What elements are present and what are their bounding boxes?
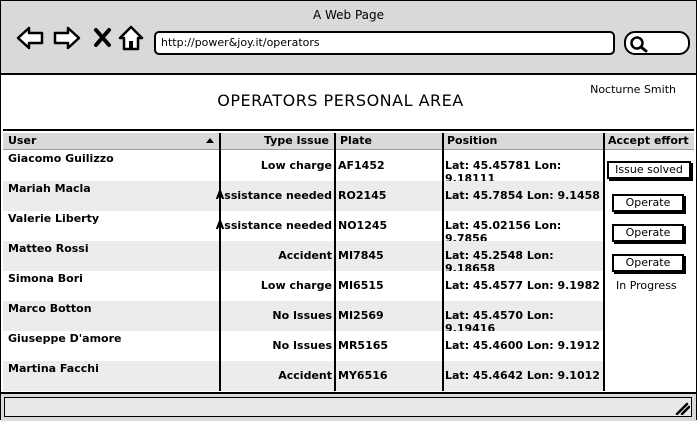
resize-grip-icon[interactable]: [674, 400, 691, 419]
plate-number: NO1245: [338, 219, 388, 232]
username-label[interactable]: Nocturne Smith: [590, 83, 676, 96]
position-coords: Lat: 45.7854 Lon: 9.1458: [445, 189, 600, 202]
page-header: OPERATORS PERSONAL AREA Nocturne Smith: [3, 75, 694, 131]
user-name: Simona Bori: [8, 272, 83, 285]
user-name: Valerie Liberty: [8, 212, 100, 225]
operate-button[interactable]: Operate: [612, 194, 684, 212]
plate-number: MI2569: [338, 309, 384, 322]
plate-number: RO2145: [338, 189, 387, 202]
position-coords: Lat: 45.4600 Lon: 9.1912: [445, 339, 600, 352]
status-bar: [1, 392, 696, 421]
forward-arrow-icon[interactable]: [52, 23, 82, 53]
user-name: Mariah Macla: [8, 182, 91, 195]
column-header-plate[interactable]: Plate: [336, 133, 442, 150]
table-row[interactable]: Giacomo Guilizzo Low charge AF1452 Lat: 45.…: [3, 151, 604, 185]
table-row[interactable]: Valerie Liberty Assistance needed NO1245 La…: [3, 211, 604, 245]
user-name: Martina Facchi: [8, 362, 99, 375]
column-header-position[interactable]: Position: [444, 133, 603, 150]
issue-type: Low charge: [260, 279, 332, 292]
column-divider: [603, 133, 605, 391]
button-label: Issue solved: [615, 163, 683, 176]
browser-toolbar: A Web Page http://power&joy.it/operators: [1, 1, 696, 75]
operate-button[interactable]: Operate: [612, 254, 684, 272]
issue-type: Assistance needed: [215, 189, 332, 202]
plate-number: AF1452: [338, 159, 385, 172]
issue-type: Low charge: [260, 159, 332, 172]
button-label: Operate: [625, 196, 671, 209]
table-row[interactable]: Simona Bori Low charge MI6515 Lat: 45.4577 …: [3, 271, 604, 301]
issue-type: No Issues: [272, 339, 332, 352]
position-coords: Lat: 45.4577 Lon: 9.1982: [445, 279, 600, 292]
page-title: OPERATORS PERSONAL AREA: [217, 91, 464, 110]
issue-type: No Issues: [272, 309, 332, 322]
table-row[interactable]: Mariah Macla Assistance needed RO2145 Lat: …: [3, 181, 604, 211]
position-coords: Lat: 45.4642 Lon: 9.1012: [445, 369, 600, 382]
close-icon[interactable]: [89, 23, 119, 53]
operate-button[interactable]: Operate: [612, 224, 684, 242]
address-bar[interactable]: http://power&joy.it/operators: [154, 31, 615, 55]
table-row[interactable]: Giuseppe D'amore No Issues MR5165 Lat: 45.4…: [3, 331, 604, 361]
table-row[interactable]: Matteo Rossi Accident MI7845 Lat: 45.2548 L…: [3, 241, 604, 275]
plate-number: MI7845: [338, 249, 384, 262]
user-name: Giuseppe D'amore: [8, 332, 122, 345]
status-text: In Progress: [616, 279, 677, 292]
search-box[interactable]: [624, 31, 690, 55]
column-divider: [219, 133, 221, 391]
table-row[interactable]: Marco Botton No Issues MI2569 Lat: 45.4570 …: [3, 301, 604, 335]
window-title: A Web Page: [312, 8, 385, 22]
browser-window: A Web Page http://power&joy.it/operators…: [0, 0, 697, 421]
column-divider: [334, 133, 336, 391]
column-divider: [442, 133, 444, 391]
issue-type: Accident: [278, 369, 332, 382]
button-label: Operate: [625, 256, 671, 269]
column-header-user[interactable]: User: [3, 133, 219, 150]
column-header-type-issue[interactable]: Type Issue: [221, 133, 334, 150]
plate-number: MY6516: [338, 369, 388, 382]
operators-table: User Type Issue Plate Position Accept ef…: [3, 133, 694, 391]
user-name: Giacomo Guilizzo: [8, 152, 114, 165]
status-bar-field: [4, 397, 692, 417]
column-header-accept-effort[interactable]: Accept effort: [605, 133, 694, 150]
user-name: Marco Botton: [8, 302, 92, 315]
button-label: Operate: [625, 226, 671, 239]
issue-solved-button[interactable]: Issue solved: [607, 161, 691, 179]
table-row[interactable]: Martina Facchi Accident MY6516 Lat: 45.4642…: [3, 361, 604, 391]
plate-number: MI6515: [338, 279, 384, 292]
back-arrow-icon[interactable]: [15, 23, 45, 53]
issue-type: Accident: [278, 249, 332, 262]
plate-number: MR5165: [338, 339, 389, 352]
home-icon[interactable]: [117, 23, 147, 53]
user-name: Matteo Rossi: [8, 242, 89, 255]
issue-type: Assistance needed: [215, 219, 332, 232]
